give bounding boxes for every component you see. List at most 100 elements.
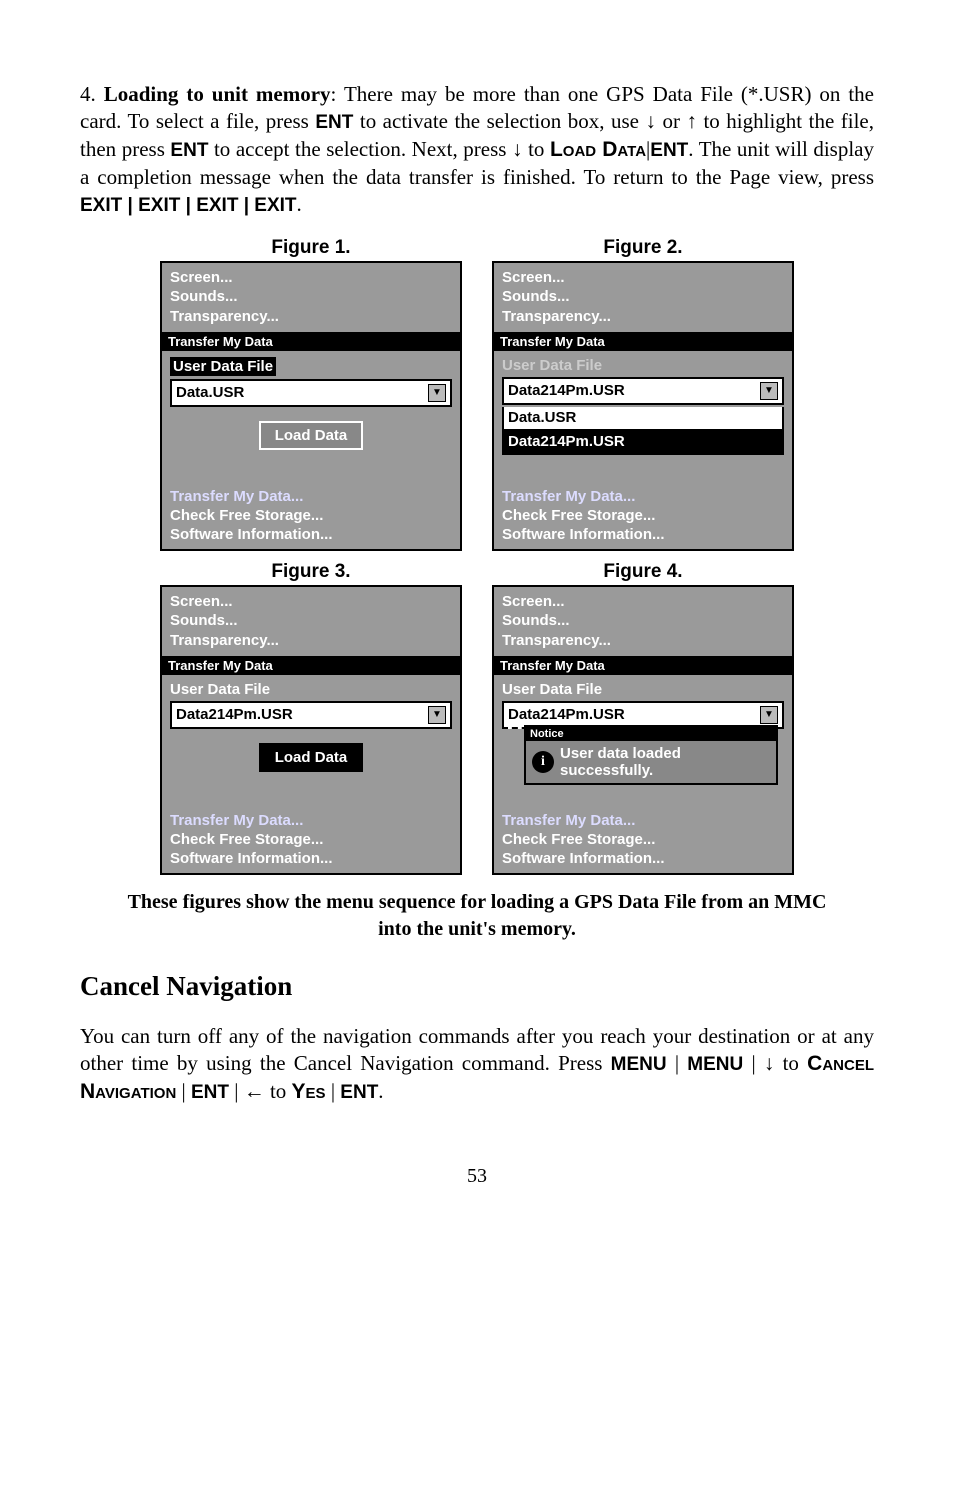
menu-item: Transparency... bbox=[170, 632, 452, 651]
dropdown-option-selected[interactable]: Data214Pm.USR bbox=[502, 431, 784, 455]
panel-4: Screen... Sounds... Transparency... Tran… bbox=[492, 585, 794, 875]
menu-item: Screen... bbox=[502, 593, 784, 612]
panel-2: Screen... Sounds... Transparency... Tran… bbox=[492, 261, 794, 551]
menu-item: Transfer My Data... bbox=[502, 812, 784, 831]
keycap-exit-seq: EXIT | EXIT | EXIT | EXIT bbox=[80, 195, 297, 216]
menu-item: Transparency... bbox=[502, 632, 784, 651]
figure-4: Figure 4. Screen... Sounds... Transparen… bbox=[492, 561, 794, 875]
menu-bottom: Transfer My Data... Check Free Storage..… bbox=[502, 812, 784, 868]
menu-item: Software Information... bbox=[502, 850, 784, 869]
combo-file[interactable]: Data214Pm.USR ▼ bbox=[502, 377, 784, 405]
sc-yes: Yes bbox=[292, 1080, 326, 1103]
cn-p1: | bbox=[667, 1051, 688, 1075]
keycap-ent: ENT bbox=[191, 1082, 229, 1103]
popup-title: Transfer My Data bbox=[162, 332, 460, 351]
popup-title: Transfer My Data bbox=[162, 656, 460, 675]
keycap-menu-2: MENU bbox=[687, 1054, 743, 1075]
field-label: User Data File bbox=[502, 357, 784, 374]
menu-item: Transparency... bbox=[170, 308, 452, 327]
cn-p4: | ← to bbox=[229, 1079, 292, 1103]
load-data-button[interactable]: Load Data bbox=[259, 743, 364, 772]
menu-item: Screen... bbox=[170, 269, 452, 288]
menu-bottom: Transfer My Data... Check Free Storage..… bbox=[170, 488, 452, 544]
para-bold-title: Loading to unit memory bbox=[104, 82, 331, 106]
para-lead: 4. bbox=[80, 82, 104, 106]
menu-top: Screen... Sounds... Transparency... bbox=[494, 587, 792, 654]
figure-3-label: Figure 3. bbox=[160, 561, 462, 583]
info-icon: i bbox=[532, 751, 554, 773]
paragraph-cancel-nav: You can turn off any of the navigation c… bbox=[80, 1023, 874, 1106]
panel-3: Screen... Sounds... Transparency... Tran… bbox=[160, 585, 462, 875]
figure-1: Figure 1. Screen... Sounds... Transparen… bbox=[160, 237, 462, 551]
popup-title: Transfer My Data bbox=[494, 332, 792, 351]
keycap-menu-1: MENU bbox=[611, 1054, 667, 1075]
popup-body: User Data File Data214Pm.USR ▼ bbox=[494, 675, 792, 729]
menu-item: Software Information... bbox=[170, 526, 452, 545]
menu-top: Screen... Sounds... Transparency... bbox=[162, 587, 460, 654]
notice-dialog: Notice i User data loaded successfully. bbox=[524, 725, 778, 786]
field-label: User Data File bbox=[502, 681, 784, 698]
popup-body: User Data File Data214Pm.USR ▼ Data.USR … bbox=[494, 351, 792, 455]
menu-item: Screen... bbox=[502, 269, 784, 288]
keycap-ent-2: ENT bbox=[340, 1082, 378, 1103]
combo-file[interactable]: Data214Pm.USR ▼ bbox=[170, 701, 452, 729]
combo-value: Data214Pm.USR bbox=[508, 706, 625, 723]
cn-p5: | bbox=[326, 1079, 341, 1103]
page-number: 53 bbox=[80, 1165, 874, 1188]
load-data-button[interactable]: Load Data bbox=[259, 421, 364, 450]
popup-body: User Data File Data214Pm.USR ▼ Load Data bbox=[162, 675, 460, 772]
chevron-down-icon[interactable]: ▼ bbox=[428, 706, 446, 724]
chevron-down-icon[interactable]: ▼ bbox=[760, 706, 778, 724]
menu-bottom: Transfer My Data... Check Free Storage..… bbox=[170, 812, 452, 868]
combo-value: Data214Pm.USR bbox=[508, 382, 625, 399]
panel-1: Screen... Sounds... Transparency... Tran… bbox=[160, 261, 462, 551]
menu-top: Screen... Sounds... Transparency... bbox=[162, 263, 460, 330]
combo-value: Data214Pm.USR bbox=[176, 706, 293, 723]
cn-p2: | ↓ to bbox=[743, 1051, 807, 1075]
menu-bottom: Transfer My Data... Check Free Storage..… bbox=[502, 488, 784, 544]
menu-item: Check Free Storage... bbox=[170, 831, 452, 850]
popup-body: User Data File Data.USR ▼ Load Data bbox=[162, 351, 460, 450]
keycap-ent-2: ENT bbox=[170, 140, 208, 161]
menu-item: Transfer My Data... bbox=[502, 488, 784, 507]
paragraph-loading: 4. Loading to unit memory: There may be … bbox=[80, 81, 874, 219]
notice-body: i User data loaded successfully. bbox=[526, 741, 776, 784]
figure-2-label: Figure 2. bbox=[492, 237, 794, 259]
sc-load-data: Load Data bbox=[550, 138, 646, 161]
menu-item: Sounds... bbox=[502, 288, 784, 307]
chevron-down-icon[interactable]: ▼ bbox=[428, 384, 446, 402]
figure-1-label: Figure 1. bbox=[160, 237, 462, 259]
cn-period: . bbox=[378, 1079, 383, 1103]
menu-item: Sounds... bbox=[170, 288, 452, 307]
menu-item: Transfer My Data... bbox=[170, 488, 452, 507]
notice-text: User data loaded successfully. bbox=[560, 745, 681, 780]
field-label: User Data File bbox=[170, 357, 276, 376]
menu-item: Transfer My Data... bbox=[170, 812, 452, 831]
keycap-ent-1: ENT bbox=[315, 112, 353, 133]
menu-item: Check Free Storage... bbox=[502, 507, 784, 526]
cn-p3: | bbox=[176, 1079, 191, 1103]
notice-line-2: successfully. bbox=[560, 762, 681, 779]
figure-caption: These figures show the menu sequence for… bbox=[120, 889, 834, 943]
chevron-down-icon[interactable]: ▼ bbox=[760, 382, 778, 400]
figures-grid: Figure 1. Screen... Sounds... Transparen… bbox=[160, 237, 794, 875]
keycap-ent-3: ENT bbox=[650, 140, 688, 161]
notice-title: Notice bbox=[526, 727, 776, 741]
menu-item: Sounds... bbox=[170, 612, 452, 631]
para-period: . bbox=[297, 192, 302, 216]
para-after-ent2: to accept the selection. Next, press ↓ t… bbox=[208, 137, 550, 161]
dropdown-option[interactable]: Data.USR bbox=[502, 407, 784, 431]
combo-value: Data.USR bbox=[176, 384, 244, 401]
combo-file[interactable]: Data.USR ▼ bbox=[170, 379, 452, 407]
figure-2: Figure 2. Screen... Sounds... Transparen… bbox=[492, 237, 794, 551]
menu-item: Check Free Storage... bbox=[502, 831, 784, 850]
menu-top: Screen... Sounds... Transparency... bbox=[494, 263, 792, 330]
menu-item: Software Information... bbox=[502, 526, 784, 545]
field-label: User Data File bbox=[170, 681, 452, 698]
section-heading-cancel-navigation: Cancel Navigation bbox=[80, 971, 874, 1002]
notice-line-1: User data loaded bbox=[560, 745, 681, 762]
figure-4-label: Figure 4. bbox=[492, 561, 794, 583]
menu-item: Transparency... bbox=[502, 308, 784, 327]
menu-item: Screen... bbox=[170, 593, 452, 612]
figure-3: Figure 3. Screen... Sounds... Transparen… bbox=[160, 561, 462, 875]
